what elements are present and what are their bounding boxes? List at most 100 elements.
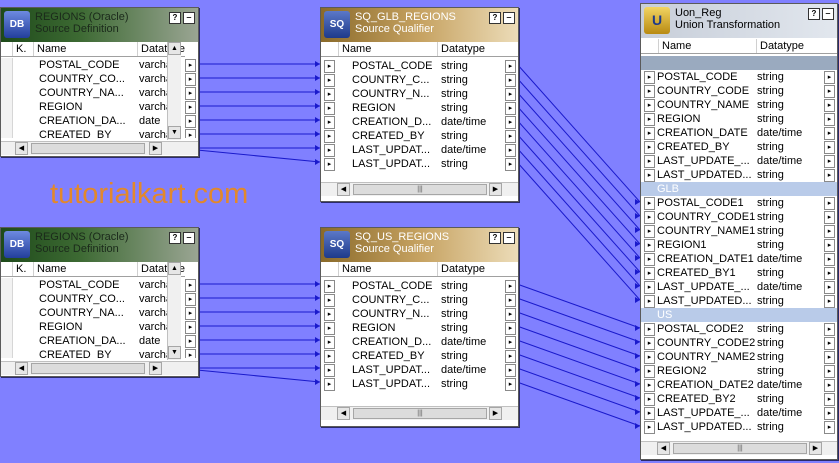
row-selector[interactable] (1, 58, 13, 73)
row-selector[interactable] (1, 334, 13, 349)
group-row[interactable]: GLB (641, 182, 837, 196)
input-port-icon[interactable]: ▸ (644, 365, 655, 378)
help-button[interactable]: ? (169, 232, 181, 244)
scroll-left-arrow[interactable]: ◀ (657, 442, 670, 455)
input-port-icon[interactable]: ▸ (644, 211, 655, 224)
scroll-left-arrow[interactable]: ◀ (337, 183, 350, 196)
input-port-icon[interactable]: ▸ (644, 127, 655, 140)
port-row[interactable]: ▸ LAST_UPDATE_... date/time ▸ (641, 280, 837, 294)
input-port-icon[interactable]: ▸ (644, 337, 655, 350)
input-port-icon[interactable]: ▸ (644, 393, 655, 406)
horizontal-scrollbar[interactable]: ◀ ||| ▶ (321, 182, 518, 196)
input-port-icon[interactable]: ▸ (644, 85, 655, 98)
output-port-icon[interactable]: ▸ (185, 73, 196, 86)
port-row[interactable]: ▸ LAST_UPDAT... string ▸ (321, 157, 518, 171)
datatype-column-header[interactable]: Datatype (137, 42, 189, 56)
port-row[interactable]: ▸ LAST_UPDAT... date/time ▸ (321, 363, 518, 377)
input-port-icon[interactable]: ▸ (644, 267, 655, 280)
output-port-icon[interactable]: ▸ (185, 87, 196, 100)
port-row[interactable]: ▸ LAST_UPDATED... string ▸ (641, 420, 837, 434)
source-definition-us[interactable]: DB REGIONS (Oracle) Source Definition ? … (0, 227, 199, 377)
input-port-icon[interactable]: ▸ (324, 144, 335, 157)
scroll-right-arrow[interactable]: ▶ (489, 183, 502, 196)
row-selector[interactable] (1, 72, 13, 87)
minimize-button[interactable]: ‒ (503, 232, 515, 244)
input-port-icon[interactable]: ▸ (644, 71, 655, 84)
output-port-icon[interactable]: ▸ (824, 323, 835, 336)
scroll-thumb[interactable]: ||| (353, 184, 487, 195)
row-selector[interactable] (1, 320, 13, 335)
row-selector[interactable] (1, 278, 13, 293)
output-port-icon[interactable]: ▸ (185, 115, 196, 128)
port-row[interactable]: ▸ REGION string ▸ (641, 112, 837, 126)
help-button[interactable]: ? (808, 8, 820, 20)
key-column-header[interactable]: K. (12, 262, 34, 276)
port-row[interactable]: ▸ COUNTRY_C... string ▸ (321, 293, 518, 307)
port-row[interactable]: ▸ POSTAL_CODE2 string ▸ (641, 322, 837, 336)
output-port-icon[interactable]: ▸ (505, 322, 516, 335)
input-port-icon[interactable]: ▸ (644, 225, 655, 238)
input-port-icon[interactable]: ▸ (644, 169, 655, 182)
port-row[interactable]: ▸ COUNTRY_N... string ▸ (321, 87, 518, 101)
name-column-header[interactable]: Name (33, 42, 137, 56)
union-transformation[interactable]: U Uon_Reg Union Transformation ? ‒ Name … (640, 3, 838, 460)
group-row[interactable]: US (641, 308, 837, 322)
scroll-left-arrow[interactable]: ◀ (15, 362, 28, 375)
name-column-header[interactable]: Name (338, 42, 438, 56)
output-port-icon[interactable]: ▸ (824, 407, 835, 420)
input-port-icon[interactable]: ▸ (644, 239, 655, 252)
input-port-icon[interactable]: ▸ (324, 378, 335, 391)
output-port-icon[interactable]: ▸ (824, 337, 835, 350)
output-port-icon[interactable]: ▸ (505, 378, 516, 391)
scroll-left-arrow[interactable]: ◀ (337, 407, 350, 420)
output-port-icon[interactable]: ▸ (824, 393, 835, 406)
port-row[interactable]: ▸ LAST_UPDATED... string ▸ (641, 168, 837, 182)
port-row[interactable]: ▸ LAST_UPDAT... string ▸ (321, 377, 518, 391)
scroll-left-arrow[interactable]: ◀ (15, 142, 28, 155)
key-column-header[interactable]: K. (12, 42, 34, 56)
output-port-icon[interactable]: ▸ (824, 239, 835, 252)
output-port-icon[interactable]: ▸ (505, 144, 516, 157)
port-row[interactable]: ▸ REGION1 string ▸ (641, 238, 837, 252)
output-port-icon[interactable]: ▸ (824, 197, 835, 210)
output-port-icon[interactable]: ▸ (824, 379, 835, 392)
port-row[interactable]: ▸ COUNTRY_NAME1 string ▸ (641, 224, 837, 238)
port-row[interactable]: ▸ COUNTRY_C... string ▸ (321, 73, 518, 87)
port-row[interactable]: ▸ CREATED_BY string ▸ (321, 349, 518, 363)
output-port-icon[interactable]: ▸ (505, 158, 516, 171)
output-port-icon[interactable]: ▸ (824, 85, 835, 98)
input-port-icon[interactable]: ▸ (324, 308, 335, 321)
title-bar[interactable]: U Uon_Reg Union Transformation ? ‒ (641, 4, 837, 38)
input-port-icon[interactable]: ▸ (644, 281, 655, 294)
input-port-icon[interactable]: ▸ (324, 158, 335, 171)
name-column-header[interactable]: Name (338, 262, 438, 276)
source-qualifier-us[interactable]: SQ SQ_US_REGIONS Source Qualifier ? ‒ Na… (320, 227, 519, 427)
output-port-icon[interactable]: ▸ (824, 421, 835, 434)
output-port-icon[interactable]: ▸ (505, 74, 516, 87)
row-selector[interactable] (1, 86, 13, 101)
output-port-icon[interactable]: ▸ (185, 129, 196, 138)
name-column-header[interactable]: Name (658, 39, 758, 53)
port-row[interactable]: ▸ LAST_UPDATE_... date/time ▸ (641, 406, 837, 420)
input-port-icon[interactable]: ▸ (644, 113, 655, 126)
input-port-icon[interactable]: ▸ (324, 322, 335, 335)
port-row[interactable]: ▸ CREATION_D... date/time ▸ (321, 335, 518, 349)
port-row[interactable]: ▸ LAST_UPDAT... date/time ▸ (321, 143, 518, 157)
vertical-scrollbar[interactable]: ▲ ▼ (167, 42, 181, 140)
output-port-icon[interactable]: ▸ (505, 308, 516, 321)
scroll-right-arrow[interactable]: ▶ (809, 442, 822, 455)
input-port-icon[interactable]: ▸ (644, 323, 655, 336)
horizontal-scrollbar[interactable]: ◀ ▶ (1, 141, 198, 155)
input-port-icon[interactable]: ▸ (324, 336, 335, 349)
output-port-icon[interactable]: ▸ (824, 295, 835, 308)
scroll-down-arrow[interactable]: ▼ (168, 346, 181, 359)
port-row[interactable]: ▸ CREATED_BY string ▸ (321, 129, 518, 143)
minimize-button[interactable]: ‒ (183, 12, 195, 24)
output-port-icon[interactable]: ▸ (505, 280, 516, 293)
datatype-column-header[interactable]: Datatype (137, 262, 189, 276)
port-row[interactable]: ▸ POSTAL_CODE string ▸ (321, 59, 518, 73)
port-row[interactable]: ▸ COUNTRY_NAME string ▸ (641, 98, 837, 112)
source-qualifier-glb[interactable]: SQ SQ_GLB_REGIONS Source Qualifier ? ‒ N… (320, 7, 519, 202)
vertical-scrollbar[interactable]: ▲ ▼ (167, 262, 181, 360)
name-column-header[interactable]: Name (33, 262, 137, 276)
